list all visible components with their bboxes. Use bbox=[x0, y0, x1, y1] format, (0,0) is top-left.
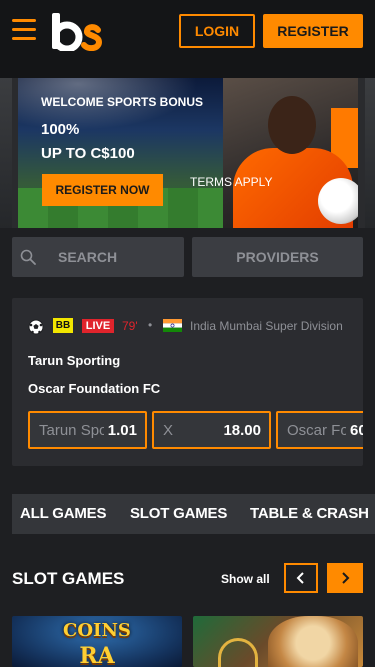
carousel-prev-button[interactable] bbox=[284, 563, 318, 593]
tab-all-games[interactable]: ALL GAMES bbox=[20, 505, 106, 522]
carousel-next-button[interactable] bbox=[327, 563, 363, 593]
banner-register-button[interactable]: REGISTER NOW bbox=[42, 174, 163, 206]
odds-away-value: 60 bbox=[346, 422, 363, 439]
game-logo-title: COINS bbox=[63, 620, 131, 641]
brand-logo[interactable] bbox=[52, 13, 102, 51]
register-button[interactable]: REGISTER bbox=[263, 14, 363, 48]
search-placeholder: SEARCH bbox=[58, 249, 118, 265]
next-slide-peek bbox=[365, 78, 375, 228]
banner-headline-percent: 100% bbox=[41, 121, 80, 138]
separator-dot: • bbox=[148, 318, 153, 332]
odds-draw-label: X bbox=[163, 422, 174, 439]
away-team-name: Oscar Foundation FC bbox=[28, 381, 161, 396]
match-minute: 79' bbox=[122, 319, 138, 333]
odds-home-value: 1.01 bbox=[103, 422, 137, 439]
providers-button[interactable]: PROVIDERS bbox=[192, 237, 363, 277]
search-input[interactable]: SEARCH bbox=[12, 237, 184, 277]
menu-icon[interactable] bbox=[12, 19, 36, 41]
odds-home-button[interactable]: Tarun Sporting 1.01 bbox=[28, 411, 147, 449]
odds-draw-value: 18.00 bbox=[219, 422, 261, 439]
terms-apply-link[interactable]: TERMS APPLY bbox=[190, 175, 272, 189]
soccer-ball-icon bbox=[28, 319, 44, 335]
game-art-arch bbox=[218, 638, 258, 667]
football-image bbox=[318, 178, 358, 224]
chevron-left-icon bbox=[296, 572, 304, 584]
league-name: India Mumbai Super Division bbox=[190, 319, 343, 333]
game-logo-subtitle: RA bbox=[79, 643, 115, 667]
home-team-name: Tarun Sporting bbox=[28, 353, 121, 368]
top-header: LOGIN REGISTER bbox=[0, 0, 375, 78]
section-title: SLOT GAMES bbox=[12, 569, 125, 588]
game-category-tabs[interactable]: ALL GAMES SLOT GAMES TABLE & CRASH bbox=[12, 494, 375, 534]
banner-headline-amount: UP TO C$100 bbox=[41, 145, 135, 162]
bet-builder-badge: BB bbox=[53, 318, 73, 333]
login-button[interactable]: LOGIN bbox=[179, 14, 255, 48]
chevron-right-icon bbox=[342, 572, 350, 584]
live-badge: LIVE bbox=[82, 319, 114, 333]
live-match-card[interactable]: BB LIVE 79' • India Mumbai Super Divisio… bbox=[12, 298, 363, 466]
game-card-coins-of-ra[interactable]: COINS RA bbox=[12, 616, 182, 667]
prev-slide-peek bbox=[0, 78, 12, 228]
game-card-lion[interactable] bbox=[193, 616, 363, 667]
game-art-lion bbox=[268, 616, 358, 667]
india-flag-icon bbox=[163, 319, 182, 332]
show-all-link[interactable]: Show all bbox=[221, 572, 270, 586]
odds-away-button[interactable]: Oscar Foundation FC 60 bbox=[276, 411, 363, 449]
banner-title: WELCOME SPORTS BONUS bbox=[41, 95, 204, 109]
tab-slot-games[interactable]: SLOT GAMES bbox=[130, 505, 227, 522]
search-icon bbox=[20, 249, 36, 265]
odds-draw-button[interactable]: X 18.00 bbox=[152, 411, 271, 449]
tab-table-crash[interactable]: TABLE & CRASH bbox=[250, 505, 369, 522]
